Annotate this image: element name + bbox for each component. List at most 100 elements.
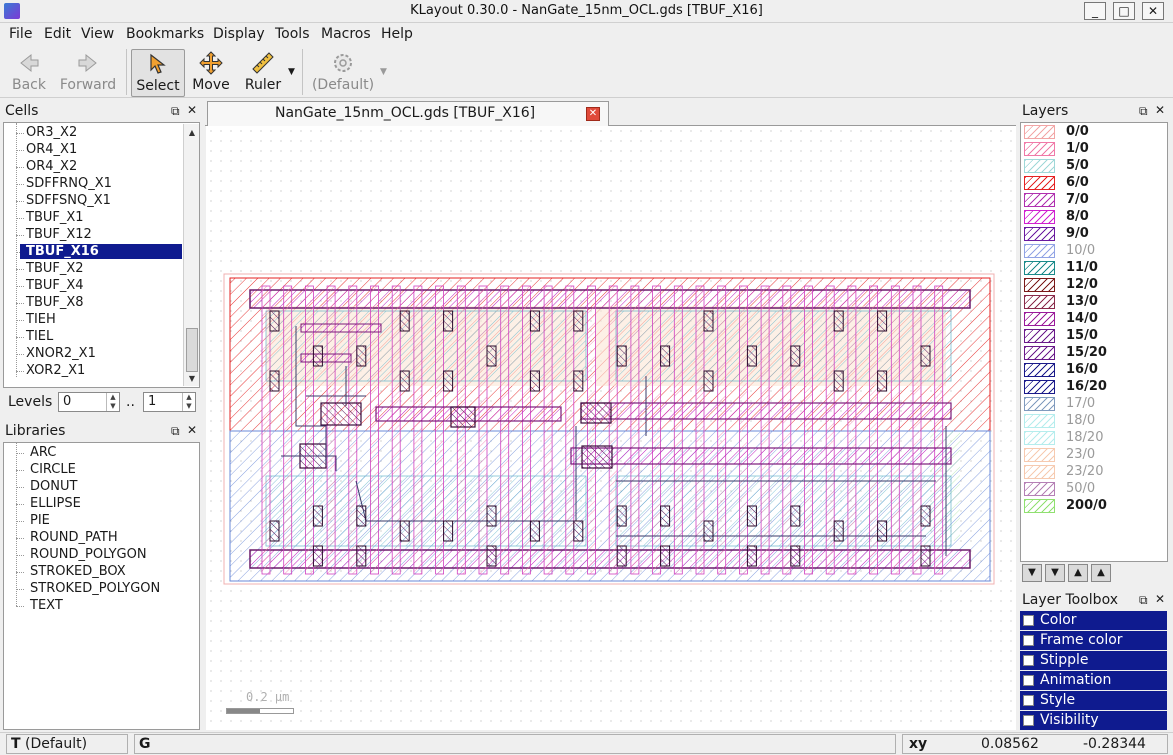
scroll-thumb[interactable] (186, 328, 198, 372)
select-mode-button[interactable]: Select (131, 49, 185, 97)
layer-swatch[interactable] (1024, 295, 1055, 309)
layer-swatch[interactable] (1024, 142, 1055, 156)
close-icon[interactable]: ✕ (1155, 103, 1165, 117)
menu-tools[interactable]: Tools (275, 26, 310, 42)
layer-swatch[interactable] (1024, 448, 1055, 462)
close-icon[interactable]: ✕ (187, 423, 197, 437)
expand-checkbox-icon[interactable] (1023, 695, 1034, 706)
float-icon[interactable]: ⧉ (1139, 104, 1148, 119)
layer-swatch[interactable] (1024, 380, 1055, 394)
library-item[interactable]: STROKED_POLYGON (30, 581, 160, 596)
maximize-button[interactable]: □ (1113, 2, 1135, 20)
cell-item[interactable]: TBUF_X16 (20, 244, 182, 259)
cell-item[interactable]: TIEH (20, 312, 62, 327)
expand-checkbox-icon[interactable] (1023, 615, 1034, 626)
float-icon[interactable]: ⧉ (171, 104, 180, 119)
layout-canvas[interactable]: 0.2 µm (206, 126, 1016, 730)
move-mode-button[interactable]: Move (189, 49, 233, 97)
cell-item[interactable]: TBUF_X8 (20, 295, 90, 310)
cell-item[interactable]: SDFFRNQ_X1 (20, 176, 118, 191)
menu-edit[interactable]: Edit (44, 26, 71, 42)
cell-item[interactable]: TBUF_X4 (20, 278, 90, 293)
libraries-tree[interactable]: ARC CIRCLE DONUT ELLIPSE PIE ROUND_PATH ROUND_… (3, 442, 200, 730)
library-item[interactable]: ROUND_POLYGON (30, 547, 147, 562)
layer-swatch[interactable] (1024, 159, 1055, 173)
layer-swatch[interactable] (1024, 346, 1055, 360)
layer-swatch[interactable] (1024, 431, 1055, 445)
default-dropdown-icon[interactable]: ▼ (380, 67, 387, 77)
levels-from-spinbox[interactable]: 0 ▲ ▼ (58, 392, 120, 412)
toolbox-item[interactable]: Stipple (1020, 651, 1167, 670)
menu-file[interactable]: File (9, 26, 32, 42)
layer-swatch[interactable] (1024, 482, 1055, 496)
layer-swatch[interactable] (1024, 210, 1055, 224)
menu-display[interactable]: Display (213, 26, 265, 42)
cells-tree[interactable]: ▲ ▼ OR3_X2 OR4_X1 OR4_X2 SDFFRNQ_X1 SDFFSNQ_… (3, 122, 200, 388)
toolbox-item[interactable]: Animation (1020, 671, 1167, 690)
cell-item[interactable]: SDFFSNQ_X1 (20, 193, 117, 208)
back-button[interactable]: Back (6, 49, 52, 97)
library-item[interactable]: ARC (30, 445, 56, 460)
levels-to-spinbox[interactable]: 1 ▲ ▼ (143, 392, 196, 412)
close-window-button[interactable]: ✕ (1142, 2, 1164, 20)
layer-swatch[interactable] (1024, 244, 1055, 258)
default-macro-button[interactable]: (Default) (310, 49, 376, 97)
library-item[interactable]: ELLIPSE (30, 496, 81, 511)
tab-layout[interactable]: NanGate_15nm_OCL.gds [TBUF_X16] ✕ (207, 101, 609, 126)
layer-swatch[interactable] (1024, 278, 1055, 292)
menu-bookmarks[interactable]: Bookmarks (126, 26, 204, 42)
minimize-button[interactable]: _ (1084, 2, 1106, 20)
cell-item[interactable]: TIEL (20, 329, 59, 344)
expand-checkbox-icon[interactable] (1023, 635, 1034, 646)
layer-swatch[interactable] (1024, 193, 1055, 207)
expand-checkbox-icon[interactable] (1023, 675, 1034, 686)
layer-swatch[interactable] (1024, 499, 1055, 513)
library-item[interactable]: TEXT (30, 598, 63, 613)
toolbox-item[interactable]: Style (1020, 691, 1167, 710)
close-icon[interactable]: ✕ (187, 103, 197, 117)
cell-item[interactable]: OR3_X2 (20, 125, 83, 140)
layer-swatch[interactable] (1024, 465, 1055, 479)
toolbox-item[interactable]: Visibility (1020, 711, 1167, 730)
library-item[interactable]: DONUT (30, 479, 77, 494)
window-titlebar[interactable]: KLayout 0.30.0 - NanGate_15nm_OCL.gds [T… (0, 0, 1173, 23)
ruler-mode-button[interactable]: Ruler (240, 49, 286, 97)
layer-swatch[interactable] (1024, 227, 1055, 241)
close-icon[interactable]: ✕ (1155, 592, 1165, 606)
layer-swatch[interactable] (1024, 414, 1055, 428)
cells-scrollbar[interactable]: ▲ ▼ (183, 124, 199, 386)
scroll-up-arrow-icon[interactable]: ▲ (185, 126, 199, 139)
float-icon[interactable]: ⧉ (1139, 593, 1148, 608)
library-item[interactable]: ROUND_PATH (30, 530, 118, 545)
cell-item[interactable]: TBUF_X1 (20, 210, 90, 225)
cell-item[interactable]: OR4_X2 (20, 159, 83, 174)
library-item[interactable]: CIRCLE (30, 462, 76, 477)
layer-swatch[interactable] (1024, 176, 1055, 190)
spin-arrows-icon[interactable]: ▲ ▼ (106, 393, 119, 411)
cell-item[interactable]: XNOR2_X1 (20, 346, 102, 361)
cell-item[interactable]: TBUF_X12 (20, 227, 98, 242)
spin-arrows-icon[interactable]: ▲ ▼ (182, 393, 195, 411)
ruler-dropdown-icon[interactable]: ▼ (288, 67, 295, 77)
scroll-down-arrow-icon[interactable]: ▼ (185, 372, 199, 385)
layer-swatch[interactable] (1024, 312, 1055, 326)
menu-view[interactable]: View (81, 26, 114, 42)
cell-item[interactable]: XOR2_X1 (20, 363, 91, 378)
layer-swatch[interactable] (1024, 125, 1055, 139)
cell-item[interactable]: OR4_X1 (20, 142, 83, 157)
expand-checkbox-icon[interactable] (1023, 715, 1034, 726)
forward-button[interactable]: Forward (58, 49, 118, 97)
menu-help[interactable]: Help (381, 26, 413, 42)
move-up-icon[interactable]: ▲ (1068, 564, 1088, 582)
layer-swatch[interactable] (1024, 363, 1055, 377)
move-down-icon[interactable]: ▼ (1045, 564, 1065, 582)
layer-swatch[interactable] (1024, 329, 1055, 343)
library-item[interactable]: PIE (30, 513, 50, 528)
toolbox-item[interactable]: Color (1020, 611, 1167, 630)
move-down-icon[interactable]: ▼ (1022, 564, 1042, 582)
move-up-icon[interactable]: ▲ (1091, 564, 1111, 582)
library-item[interactable]: STROKED_BOX (30, 564, 126, 579)
layer-swatch[interactable] (1024, 261, 1055, 275)
toolbox-item[interactable]: Frame color (1020, 631, 1167, 650)
float-icon[interactable]: ⧉ (171, 424, 180, 439)
